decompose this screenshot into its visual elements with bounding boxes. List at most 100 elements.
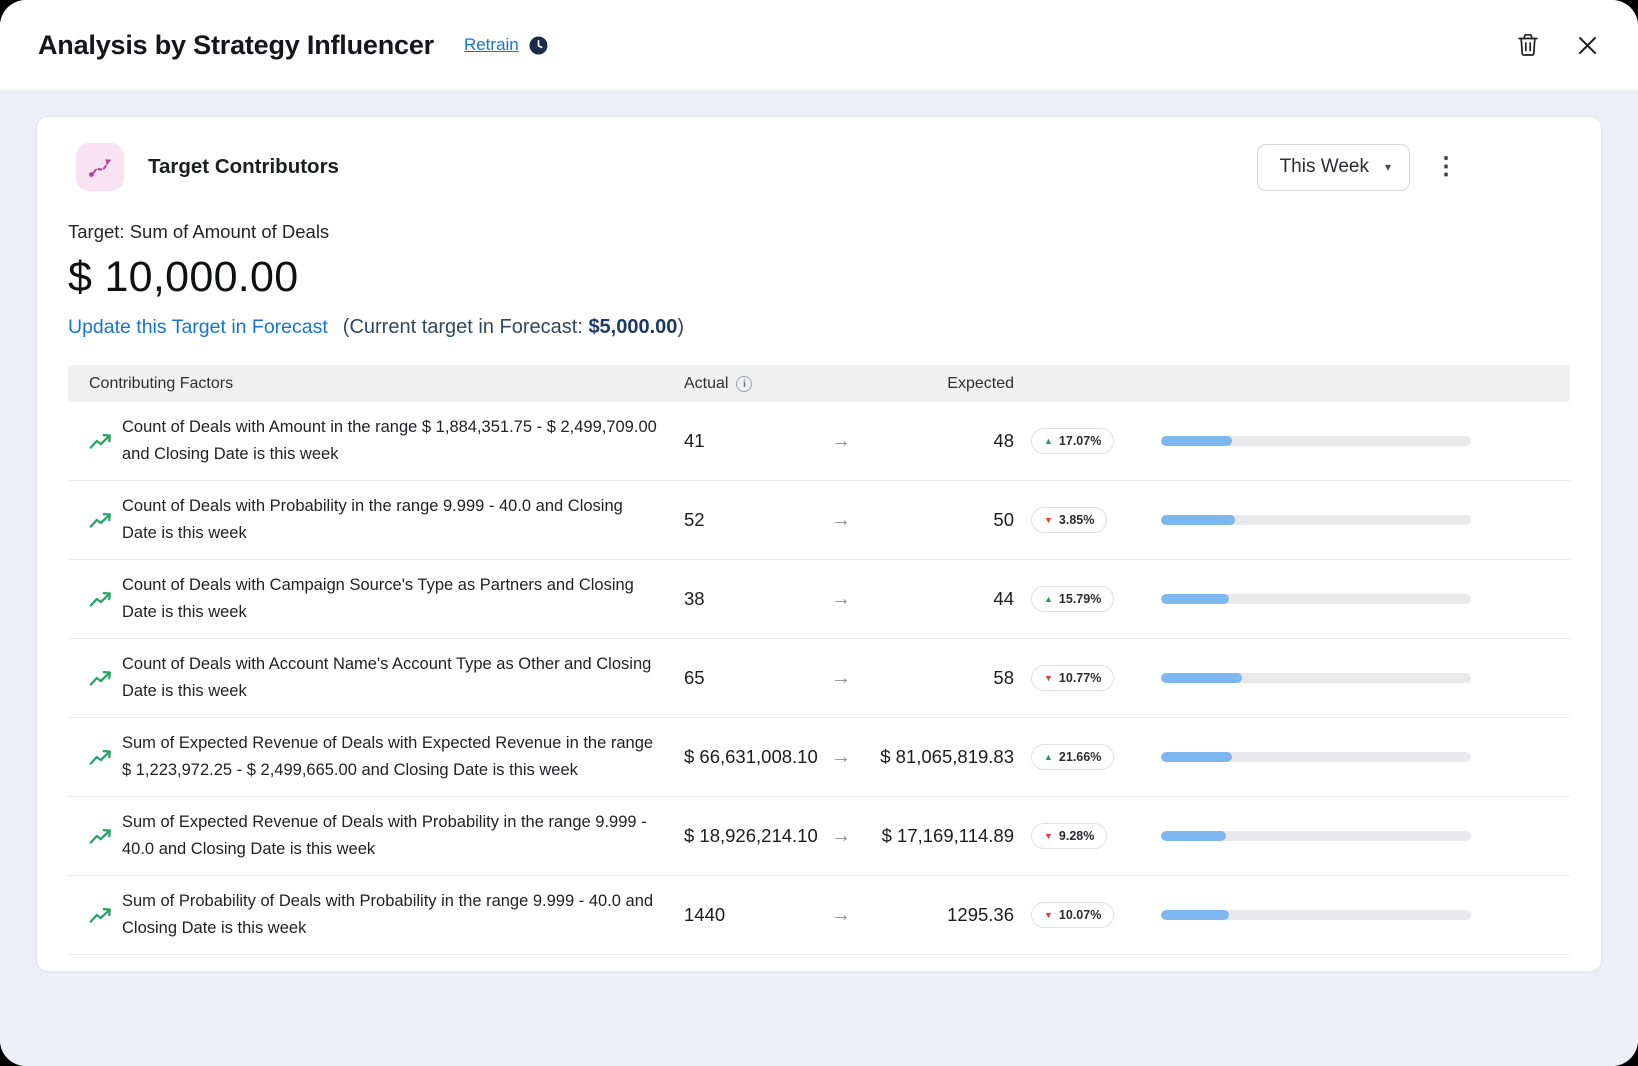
chevron-down-icon: ▾ (1385, 160, 1391, 174)
page-title: Analysis by Strategy Influencer (38, 30, 434, 61)
change-badge-cell: ▼ 10.77% (1014, 665, 1134, 691)
table-row: Sum of Expected Revenue of Deals with Pr… (68, 797, 1570, 876)
change-badge-cell: ▲ 17.07% (1014, 428, 1134, 454)
expected-value: 1295.36 (878, 904, 1014, 926)
progress-bar-fill (1161, 910, 1229, 920)
current-target-value: $5,000.00 (588, 316, 677, 338)
factor-text: Sum of Probability of Deals with Probabi… (122, 876, 684, 954)
change-badge: ▲ 21.66% (1031, 744, 1114, 770)
change-direction-icon: ▼ (1044, 832, 1053, 841)
column-header-factors: Contributing Factors (89, 375, 684, 393)
change-percent: 21.66% (1059, 750, 1101, 764)
actual-value: $ 66,631,008.10 (684, 746, 831, 768)
factor-text: Sum of Expected Revenue of Deals with Pr… (122, 797, 684, 875)
change-percent: 17.07% (1059, 434, 1101, 448)
actual-value: 65 (684, 667, 831, 689)
target-links: Update this Target in Forecast (Current … (68, 316, 1570, 339)
progress-bar-fill (1161, 515, 1235, 525)
retrain-link[interactable]: Retrain (464, 35, 519, 55)
arrow-right-icon: → (831, 588, 878, 611)
progress-bar-fill (1161, 831, 1226, 841)
change-direction-icon: ▲ (1044, 437, 1053, 446)
progress-cell (1134, 594, 1570, 604)
actual-value: 52 (684, 509, 831, 531)
change-percent: 10.07% (1059, 908, 1101, 922)
progress-bar (1161, 752, 1471, 762)
change-direction-icon: ▲ (1044, 595, 1053, 604)
progress-bar (1161, 436, 1471, 446)
progress-bar-fill (1161, 673, 1242, 683)
change-badge-cell: ▼ 3.85% (1014, 507, 1134, 533)
progress-cell (1134, 752, 1570, 762)
actual-value: 38 (684, 588, 831, 610)
progress-bar (1161, 831, 1471, 841)
progress-bar (1161, 910, 1471, 920)
progress-bar (1161, 673, 1471, 683)
table-body: Count of Deals with Amount in the range … (68, 402, 1570, 955)
progress-cell (1134, 910, 1570, 920)
factor-text: Count of Deals with Account Name's Accou… (122, 639, 684, 717)
table-row: Sum of Probability of Deals with Probabi… (68, 876, 1570, 955)
progress-cell (1134, 515, 1570, 525)
change-percent: 15.79% (1059, 592, 1101, 606)
trending-up-icon (89, 828, 122, 845)
target-label: Target: Sum of Amount of Deals (68, 221, 1570, 243)
change-badge-cell: ▲ 21.66% (1014, 744, 1134, 770)
expected-value: $ 17,169,114.89 (878, 825, 1014, 847)
expected-value: $ 81,065,819.83 (878, 746, 1014, 768)
arrow-right-icon: → (831, 667, 878, 690)
change-badge: ▼ 3.85% (1031, 507, 1107, 533)
more-options-icon[interactable]: ⋮ (1434, 155, 1458, 179)
content-area: Target Contributors This Week ▾ ⋮ Target… (0, 90, 1638, 1066)
topbar: Analysis by Strategy Influencer Retrain (0, 0, 1638, 90)
change-badge-cell: ▲ 15.79% (1014, 586, 1134, 612)
topbar-actions (1517, 33, 1598, 57)
target-value: $ 10,000.00 (68, 253, 1570, 302)
column-header-actual-wrap: Actual i (684, 375, 831, 393)
current-target-text: (Current target in Forecast: $5,000.00) (343, 316, 684, 339)
factor-text: Count of Deals with Amount in the range … (122, 402, 684, 480)
trending-up-icon (89, 907, 122, 924)
actual-value: 1440 (684, 904, 831, 926)
change-badge: ▲ 17.07% (1031, 428, 1114, 454)
actual-value: 41 (684, 430, 831, 452)
change-percent: 9.28% (1059, 829, 1094, 843)
arrow-right-icon: → (831, 509, 878, 532)
expected-value: 50 (878, 509, 1014, 531)
factor-text: Count of Deals with Campaign Source's Ty… (122, 560, 684, 638)
trending-up-icon (89, 591, 122, 608)
delete-icon[interactable] (1517, 33, 1539, 57)
table-row: Count of Deals with Probability in the r… (68, 481, 1570, 560)
contributing-factors-table: Contributing Factors Actual i Expected C… (68, 365, 1570, 955)
change-badge: ▼ 10.07% (1031, 902, 1114, 928)
arrow-right-icon: → (831, 746, 878, 769)
card-header-actions: This Week ▾ ⋮ (1257, 144, 1458, 191)
column-header-actual: Actual (684, 375, 728, 393)
progress-bar-fill (1161, 752, 1232, 762)
trending-up-icon (89, 512, 122, 529)
strategy-icon (76, 143, 124, 191)
retrain-history-clock-icon[interactable] (529, 36, 548, 55)
change-direction-icon: ▼ (1044, 516, 1053, 525)
change-badge: ▲ 15.79% (1031, 586, 1114, 612)
period-label: This Week (1280, 156, 1369, 178)
change-badge-cell: ▼ 10.07% (1014, 902, 1134, 928)
trending-up-icon (89, 670, 122, 687)
update-target-link[interactable]: Update this Target in Forecast (68, 316, 328, 339)
progress-bar (1161, 594, 1471, 604)
expected-value: 44 (878, 588, 1014, 610)
change-badge: ▼ 10.77% (1031, 665, 1114, 691)
period-selector[interactable]: This Week ▾ (1257, 144, 1410, 191)
factor-text: Count of Deals with Probability in the r… (122, 481, 684, 559)
expected-value: 58 (878, 667, 1014, 689)
table-row: Sum of Expected Revenue of Deals with Ex… (68, 718, 1570, 797)
arrow-right-icon: → (831, 430, 878, 453)
change-badge: ▼ 9.28% (1031, 823, 1107, 849)
table-row: Count of Deals with Account Name's Accou… (68, 639, 1570, 718)
table-header-row: Contributing Factors Actual i Expected (68, 365, 1570, 402)
info-icon[interactable]: i (736, 376, 752, 392)
card-title: Target Contributors (148, 155, 339, 179)
trending-up-icon (89, 749, 122, 766)
close-icon[interactable] (1577, 35, 1598, 56)
target-contributors-card: Target Contributors This Week ▾ ⋮ Target… (36, 116, 1602, 972)
